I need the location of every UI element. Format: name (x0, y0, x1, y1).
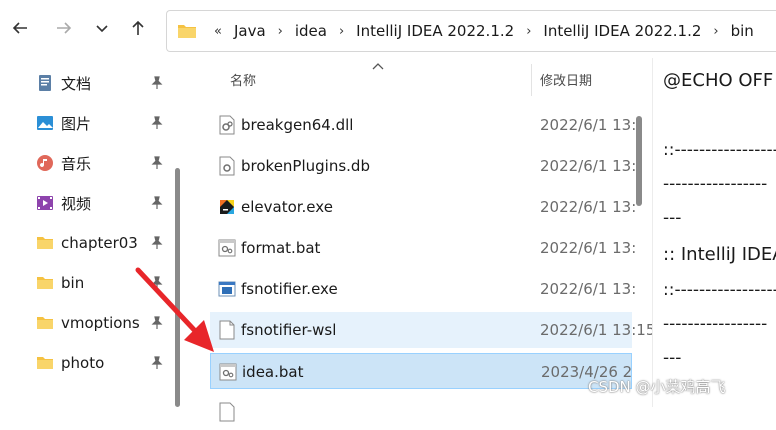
preview-line: ----------------- (663, 314, 768, 334)
watermark: CSDN @小菜鸡高飞 (588, 378, 726, 396)
address-bar[interactable]: « Java › idea › IntelliJ IDEA 2022.1.2 ›… (166, 10, 776, 52)
navigation-pane: 文档 图片 音乐 视频 chapter03 bin vmoptions phot… (0, 62, 185, 407)
file-name: fsnotifier-wsl (241, 321, 337, 339)
blank-file-icon (219, 320, 235, 340)
folder-icon (37, 237, 53, 249)
generic-file-icon (219, 402, 235, 422)
breadcrumb-separator-icon[interactable]: › (330, 24, 353, 39)
column-header-name[interactable]: 名称 (230, 70, 256, 89)
file-date: 2022/6/1 13:15 (540, 321, 656, 339)
column-header-row: 名称 修改日期 (189, 58, 648, 102)
file-name: breakgen64.dll (241, 116, 354, 134)
documents-icon (39, 75, 51, 91)
exe-window-icon (218, 281, 236, 297)
pin-icon[interactable] (150, 156, 164, 170)
preview-line: ----------------- (663, 174, 768, 194)
breadcrumb-java[interactable]: Java (231, 22, 269, 40)
pictures-icon (37, 116, 53, 130)
preview-line: ::----------------- (663, 280, 776, 300)
file-date: 2022/6/1 13: (540, 157, 637, 175)
breadcrumb-separator-icon[interactable]: › (269, 24, 292, 39)
videos-icon (37, 196, 53, 210)
preview-line: @ECHO OFF (663, 70, 774, 91)
file-date: 2022/6/1 13: (540, 116, 637, 134)
preview-line: :: IntelliJ IDEA (663, 244, 776, 265)
bat-file-icon (218, 239, 236, 257)
exe-app-icon (220, 200, 234, 214)
overflow-chevron[interactable]: « (205, 24, 231, 39)
file-date: 2022/6/1 13: (540, 198, 637, 216)
pin-icon[interactable] (150, 236, 164, 250)
preview-pane: @ECHO OFF ::----------------- ----------… (652, 58, 776, 407)
file-name: brokenPlugins.db (241, 157, 370, 175)
folder-icon (37, 317, 53, 329)
preview-line: ::----------------- (663, 140, 776, 160)
sidebar-item-label: photo (61, 354, 105, 372)
bat-file-icon (219, 363, 237, 381)
forward-arrow-icon[interactable] (52, 16, 76, 40)
sidebar-item-label: 图片 (61, 114, 92, 133)
sidebar-item-chapter03[interactable]: chapter03 (36, 232, 166, 254)
file-name: format.bat (241, 239, 321, 257)
dll-file-icon (219, 115, 235, 135)
sidebar-item-photo[interactable]: photo (36, 352, 166, 374)
sidebar-item-label: bin (61, 274, 85, 292)
music-icon (37, 155, 53, 171)
breadcrumb-bin[interactable]: bin (728, 22, 757, 40)
breadcrumb-idea[interactable]: idea (292, 22, 330, 40)
pin-icon[interactable] (150, 196, 164, 210)
file-name: idea.bat (242, 363, 304, 381)
pin-icon[interactable] (150, 116, 164, 130)
navigation-toolbar: « Java › idea › IntelliJ IDEA 2022.1.2 ›… (0, 0, 776, 58)
file-row-hovered[interactable]: fsnotifier-wsl 2022/6/1 13:15 (210, 312, 655, 348)
file-row[interactable]: format.bat 2022/6/1 13: (210, 230, 636, 266)
file-date: 2022/6/1 13: (540, 280, 637, 298)
column-header-date-modified[interactable]: 修改日期 (540, 70, 592, 89)
sidebar-item-label: 音乐 (61, 154, 92, 173)
file-row-selected[interactable]: idea.bat 2023/4/26 2 (210, 353, 632, 389)
preview-line: --- (663, 348, 682, 368)
pin-icon[interactable] (150, 276, 164, 290)
file-row[interactable]: brokenPlugins.db 2022/6/1 13: (210, 148, 636, 184)
file-name: fsnotifier.exe (241, 280, 338, 298)
sidebar-item-videos[interactable]: 视频 (36, 192, 166, 214)
file-row-partial[interactable] (210, 394, 632, 430)
sidebar-item-label: chapter03 (61, 234, 138, 252)
pin-icon[interactable] (150, 356, 164, 370)
chevron-down-icon[interactable] (90, 16, 114, 40)
sidebar-item-label: 视频 (61, 194, 92, 213)
generic-file-icon (219, 156, 235, 176)
breadcrumb-separator-icon[interactable]: › (517, 24, 540, 39)
file-row[interactable]: breakgen64.dll 2022/6/1 13: (210, 107, 636, 143)
breadcrumb-intellij-1[interactable]: IntelliJ IDEA 2022.1.2 (353, 22, 517, 40)
breadcrumb-intellij-2[interactable]: IntelliJ IDEA 2022.1.2 (540, 22, 704, 40)
preview-line: --- (663, 208, 682, 228)
sidebar-item-label: vmoptions (61, 314, 140, 332)
sidebar-item-bin[interactable]: bin (36, 272, 166, 294)
file-name: elevator.exe (241, 198, 333, 216)
sort-ascending-icon (372, 63, 384, 70)
pin-icon[interactable] (150, 76, 164, 90)
folder-icon (177, 23, 197, 39)
up-arrow-icon[interactable] (126, 16, 150, 40)
folder-icon (37, 357, 53, 369)
sidebar-item-vmoptions[interactable]: vmoptions (36, 312, 166, 334)
column-divider[interactable] (531, 64, 532, 96)
sidebar-scrollbar[interactable] (175, 168, 180, 407)
sidebar-item-pictures[interactable]: 图片 (36, 112, 166, 134)
file-row[interactable]: fsnotifier.exe 2022/6/1 13: (210, 271, 636, 307)
file-row[interactable]: elevator.exe 2022/6/1 13: (210, 189, 636, 225)
file-list: 名称 修改日期 breakgen64.dll 2022/6/1 13: brok… (189, 58, 655, 422)
file-date: 2022/6/1 13: (540, 239, 637, 257)
back-arrow-icon[interactable] (8, 16, 32, 40)
sidebar-item-music[interactable]: 音乐 (36, 152, 166, 174)
folder-icon (37, 277, 53, 289)
sidebar-item-label: 文档 (61, 74, 92, 93)
breadcrumb-separator-icon[interactable]: › (704, 24, 727, 39)
sidebar-item-documents[interactable]: 文档 (36, 72, 166, 94)
file-list-scrollbar[interactable] (636, 116, 642, 206)
pin-icon[interactable] (150, 316, 164, 330)
